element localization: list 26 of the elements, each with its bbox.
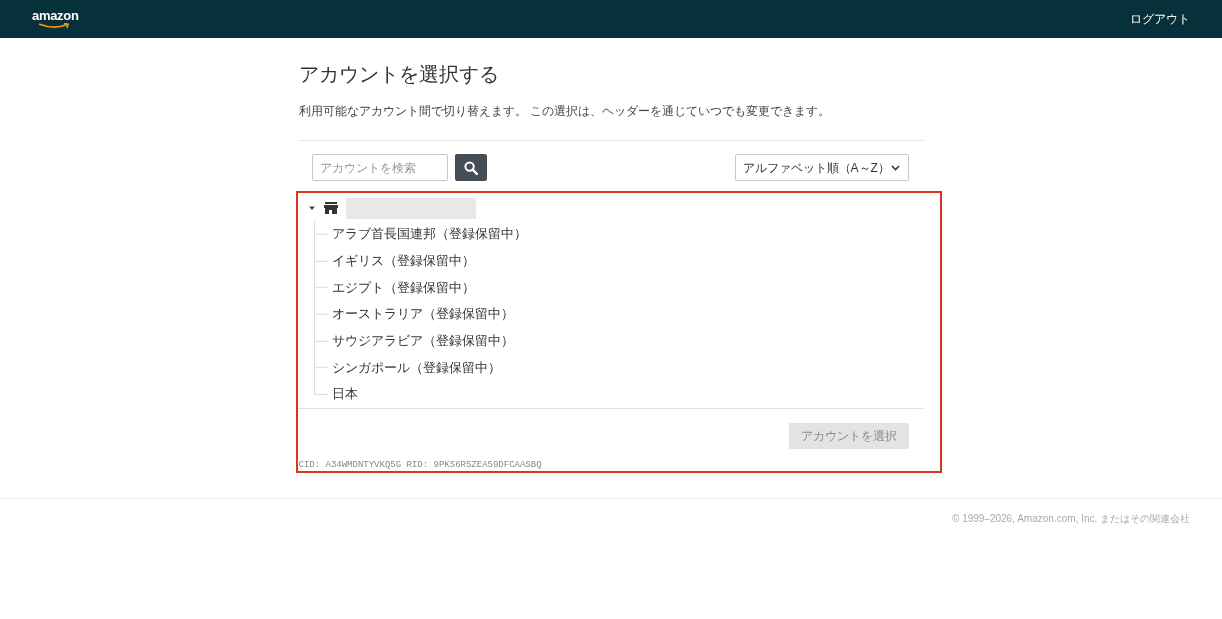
- search-button[interactable]: [454, 154, 487, 181]
- search-icon: [463, 160, 478, 175]
- caret-down-icon[interactable]: [308, 205, 315, 211]
- storefront-icon: [323, 202, 338, 214]
- logout-link[interactable]: ログアウト: [1130, 10, 1190, 28]
- tree-branch-line: [313, 300, 328, 328]
- search-field[interactable]: アカウントを検索: [311, 154, 448, 181]
- page-title: アカウントを選択する: [298, 62, 499, 87]
- id-text: CID: A34WMDNTYVKQ5G RID: 9PKS6R5ZEA59DFCAASBQ: [298, 459, 542, 471]
- account-item[interactable]: シンガポール（登録保留中）: [331, 358, 501, 377]
- sort-dropdown[interactable]: アルファベット順（A～Z）: [734, 154, 909, 181]
- smile-arrow-icon: [38, 23, 70, 29]
- account-item[interactable]: オーストラリア（登録保留中）: [331, 305, 514, 324]
- account-item[interactable]: サウジアラビア（登録保留中）: [331, 331, 514, 350]
- account-item[interactable]: エジプト（登録保留中）: [331, 278, 475, 297]
- copyright-text: © 1999–2026, Amazon.com, Inc. またはその関連会社: [952, 511, 1190, 526]
- description-text: 利用可能なアカウント間で切り替えます。 この選択は、ヘッダーを通じていつでも変更できます。: [298, 103, 830, 120]
- chevron-down-icon: [890, 164, 900, 171]
- tree-branch-line: [313, 327, 328, 355]
- account-item[interactable]: 日本: [331, 385, 358, 404]
- tree-branch-line: [313, 274, 328, 301]
- account-item[interactable]: イギリス（登録保留中）: [331, 252, 475, 270]
- tree-branch-line: [313, 247, 328, 275]
- tree-branch-line: [313, 221, 328, 248]
- account-item[interactable]: アラブ首長国連邦（登録保留中）: [331, 225, 527, 244]
- logo-wordmark[interactable]: amazon: [32, 9, 79, 23]
